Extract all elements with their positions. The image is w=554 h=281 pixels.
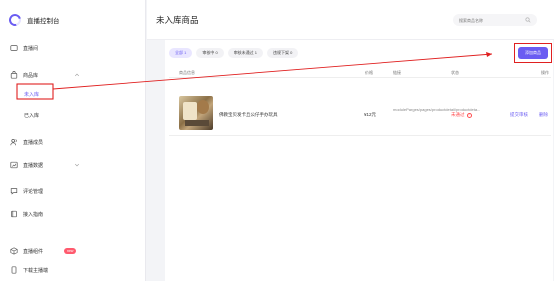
comment-icon (10, 187, 18, 195)
column-header-price: 价格 (365, 70, 373, 75)
sidebar-item-download-host[interactable]: 下载主播端 (10, 266, 48, 274)
sidebar-item-live-room[interactable]: 直播间 (10, 44, 38, 52)
sidebar-item-live-component[interactable]: 直播组件 (10, 247, 43, 255)
delete-link[interactable]: 删除 (539, 112, 548, 118)
filter-tabs: 全部 1 审核中 0 审核未通过 1 违规下架 0 (169, 48, 299, 58)
column-header-status: 状态 (451, 70, 459, 75)
filter-reviewing[interactable]: 审核中 0 (196, 48, 224, 58)
brand[interactable]: 直播控制台 (0, 0, 145, 40)
people-icon (10, 138, 18, 146)
sidebar-item-data[interactable]: 直播数据 (10, 161, 43, 169)
product-name: 佛教宝贝发卡丘公仔手办玩具 (219, 112, 278, 117)
search-input[interactable] (459, 17, 523, 23)
sidebar-subitem-stocked[interactable]: 已入库 (24, 112, 39, 119)
app-title: 直播控制台 (27, 18, 60, 25)
sidebar-item-label: 直播间 (23, 45, 39, 52)
sidebar-item-members[interactable]: 直播成员 (10, 138, 43, 146)
product-price: ¥12元 (364, 112, 377, 117)
new-badge: new (64, 248, 77, 254)
phone-icon (10, 266, 18, 274)
main-area: 未入库商品 全部 1 审核中 0 审核未通过 1 违规下架 0 添加商品 商品信… (147, 0, 554, 281)
header: 未入库商品 (147, 0, 554, 40)
page-title: 未入库商品 (156, 14, 199, 25)
book-icon (10, 210, 18, 218)
sidebar-item-guide[interactable]: 接入指南 (10, 210, 43, 218)
chevron-down-icon[interactable] (74, 162, 80, 168)
search-icon[interactable] (525, 17, 531, 23)
status-badge: 未通过 ! (451, 112, 472, 118)
sidebar-item-product-library[interactable]: 商品库 (10, 71, 38, 79)
filter-removed[interactable]: 违规下架 0 (267, 48, 299, 58)
filter-rejected[interactable]: 审核未通过 1 (227, 48, 264, 58)
table-header: 商品信息 价格 链接 状态 操作 (169, 68, 551, 78)
column-header-actions: 操作 (541, 70, 549, 75)
sidebar-item-label: 下载主播端 (23, 267, 49, 274)
submit-review-link[interactable]: 提交审核 (510, 112, 528, 118)
filter-all[interactable]: 全部 1 (169, 48, 193, 58)
sidebar-item-label: 直播数据 (23, 162, 44, 169)
product-link: moduleParges/pages/productdetail/product… (393, 107, 481, 112)
info-icon[interactable]: ! (466, 112, 472, 118)
product-thumbnail (179, 96, 213, 130)
sidebar-item-label: 直播组件 (23, 248, 44, 255)
status-text: 未通过 (451, 112, 465, 117)
sidebar: 直播控制台 直播间 商品库 未入库 已入库 直播成员 直播数据 评论管理 接入指… (0, 0, 146, 281)
add-product-button[interactable]: 添加商品 (518, 47, 548, 59)
column-header-link: 链接 (393, 70, 401, 75)
chevron-up-icon[interactable] (74, 72, 80, 78)
sidebar-item-label: 接入指南 (23, 211, 44, 218)
table-row: 佛教宝贝发卡丘公仔手办玩具 ¥12元 moduleParges/pages/pr… (169, 78, 551, 136)
sidebar-item-label: 直播成员 (23, 139, 44, 146)
column-header-product: 商品信息 (179, 70, 195, 75)
logo-icon (6, 11, 24, 29)
search-box[interactable] (453, 14, 537, 26)
tv-icon (10, 44, 18, 52)
content-card: 全部 1 审核中 0 审核未通过 1 违规下架 0 添加商品 商品信息 价格 链… (165, 40, 553, 281)
sidebar-item-label: 商品库 (23, 72, 39, 79)
bag-icon (10, 71, 18, 79)
sidebar-subitem-not-stocked[interactable]: 未入库 (24, 91, 39, 98)
sidebar-item-label: 评论管理 (23, 188, 44, 195)
chart-icon (10, 161, 18, 169)
cube-icon (10, 247, 18, 255)
sidebar-item-comments[interactable]: 评论管理 (10, 187, 43, 195)
